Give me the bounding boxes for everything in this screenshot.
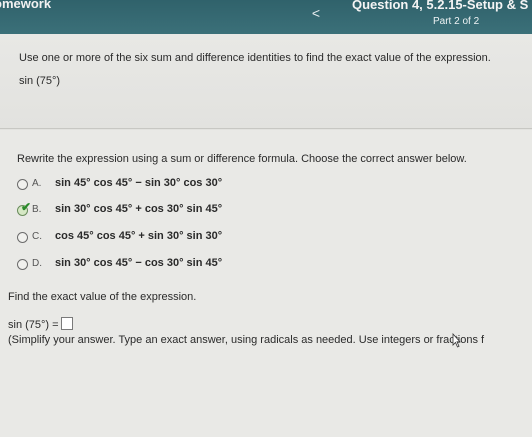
mouse-pointer-icon	[452, 333, 461, 348]
find-value-prompt: Find the exact value of the expression.	[8, 291, 197, 303]
part-indicator: Part 2 of 2	[433, 16, 480, 27]
option-letter: A.	[32, 178, 42, 189]
simplify-instructions: (Simplify your answer. Type an exact ans…	[8, 334, 485, 346]
answer-input[interactable]	[60, 317, 73, 330]
divider	[0, 128, 532, 129]
question-title: Question 4, 5.2.15-Setup & S	[352, 0, 529, 12]
header-bar: omework < Question 4, 5.2.15-Setup & S P…	[0, 0, 532, 34]
option-letter: C.	[32, 231, 42, 242]
radio-button[interactable]	[17, 259, 28, 270]
radio-button[interactable]	[17, 179, 28, 190]
option-letter: D.	[32, 258, 42, 269]
chevron-left-icon: <	[311, 5, 321, 21]
previous-question-button[interactable]: <	[306, 5, 326, 21]
question-prompt: Rewrite the expression using a sum or di…	[17, 153, 467, 165]
option-formula: cos 45° cos 45° + sin 30° sin 30°	[55, 230, 223, 242]
radio-button[interactable]	[17, 232, 28, 243]
instruction-text: Use one or more of the six sum and diffe…	[19, 52, 491, 64]
option-formula: sin 30° cos 45° − cos 30° sin 45°	[55, 257, 223, 269]
problem-statement: Use one or more of the six sum and diffe…	[0, 34, 532, 130]
option-letter: B.	[32, 204, 42, 215]
option-formula: sin 45° cos 45° − sin 30° cos 30°	[55, 177, 223, 189]
option-formula: sin 30° cos 45° + cos 30° sin 45°	[55, 203, 223, 215]
answer-prefix: sin (75°) =	[8, 319, 59, 331]
answer-line: sin (75°) =	[8, 317, 73, 331]
checkmark-icon: ✔	[21, 200, 32, 214]
app-title: omework	[0, 0, 52, 11]
expression-text: sin (75°)	[19, 75, 61, 87]
